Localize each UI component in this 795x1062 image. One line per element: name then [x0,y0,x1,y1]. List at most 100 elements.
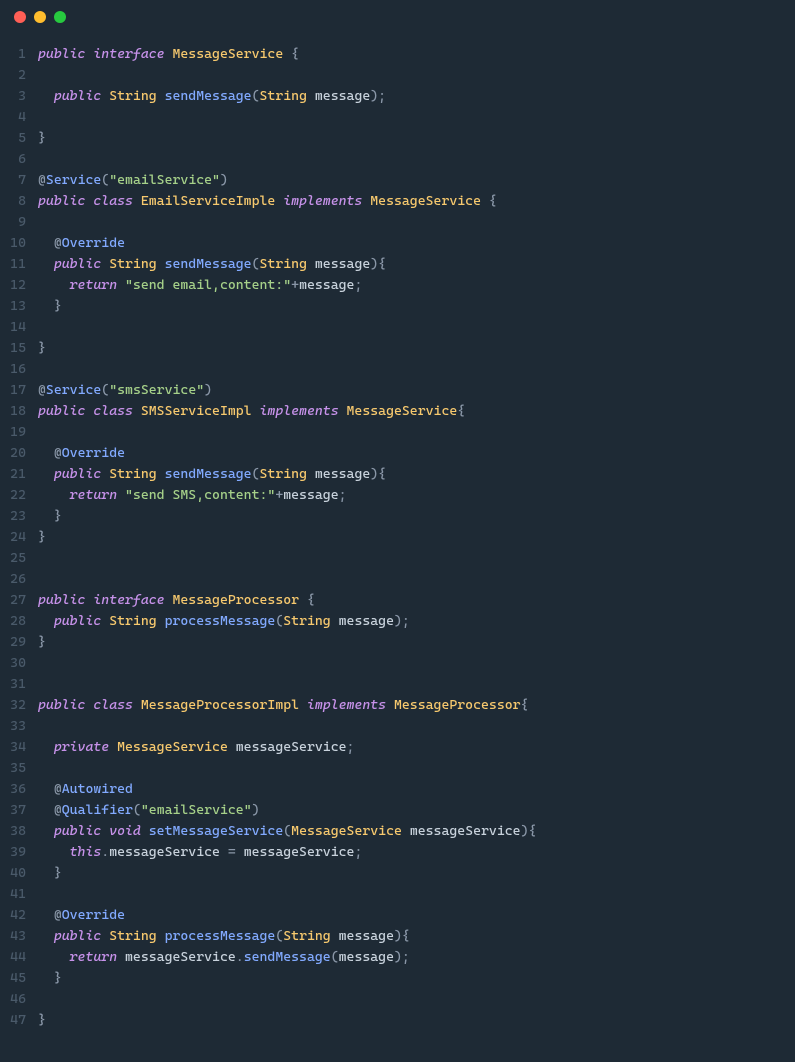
code-line[interactable]: 33 [0,716,795,737]
code-content: public class EmailServiceImple implement… [38,191,497,212]
code-line[interactable]: 11 public String sendMessage(String mess… [0,254,795,275]
code-line[interactable]: 2 [0,65,795,86]
code-line[interactable]: 25 [0,548,795,569]
code-line[interactable]: 17@Service("smsService") [0,380,795,401]
line-number: 13 [0,296,38,317]
code-line[interactable]: 14 [0,317,795,338]
line-number: 44 [0,947,38,968]
code-line[interactable]: 21 public String sendMessage(String mess… [0,464,795,485]
line-number: 1 [0,44,38,65]
code-line[interactable]: 15} [0,338,795,359]
code-line[interactable]: 26 [0,569,795,590]
code-line[interactable]: 31 [0,674,795,695]
line-number: 9 [0,212,38,233]
line-number: 37 [0,800,38,821]
window-titlebar [0,0,795,34]
line-number: 6 [0,149,38,170]
line-number: 17 [0,380,38,401]
code-line[interactable]: 19 [0,422,795,443]
code-line[interactable]: 32public class MessageProcessorImpl impl… [0,695,795,716]
code-line[interactable]: 8public class EmailServiceImple implemen… [0,191,795,212]
maximize-icon[interactable] [54,11,66,23]
line-number: 34 [0,737,38,758]
line-number: 25 [0,548,38,569]
code-content: } [38,527,46,548]
code-content: @Service("smsService") [38,380,212,401]
code-line[interactable]: 1public interface MessageService { [0,44,795,65]
code-content: public void setMessageService(MessageSer… [38,821,536,842]
line-number: 7 [0,170,38,191]
code-line[interactable]: 20 @Override [0,443,795,464]
code-line[interactable]: 42 @Override [0,905,795,926]
code-line[interactable]: 47} [0,1010,795,1031]
code-line[interactable]: 9 [0,212,795,233]
code-line[interactable]: 4 [0,107,795,128]
code-line[interactable]: 36 @Autowired [0,779,795,800]
code-line[interactable]: 3 public String sendMessage(String messa… [0,86,795,107]
line-number: 38 [0,821,38,842]
code-line[interactable]: 43 public String processMessage(String m… [0,926,795,947]
code-line[interactable]: 35 [0,758,795,779]
line-number: 41 [0,884,38,905]
code-line[interactable]: 45 } [0,968,795,989]
code-content: } [38,506,62,527]
code-line[interactable]: 40 } [0,863,795,884]
code-content: public String sendMessage(String message… [38,464,386,485]
line-number: 4 [0,107,38,128]
line-number: 19 [0,422,38,443]
code-line[interactable]: 22 return "send SMS,content:"+message; [0,485,795,506]
line-number: 26 [0,569,38,590]
line-number: 3 [0,86,38,107]
line-number: 30 [0,653,38,674]
code-content: @Service("emailService") [38,170,228,191]
line-number: 10 [0,233,38,254]
code-line[interactable]: 44 return messageService.sendMessage(mes… [0,947,795,968]
code-line[interactable]: 23 } [0,506,795,527]
code-line[interactable]: 18public class SMSServiceImpl implements… [0,401,795,422]
line-number: 39 [0,842,38,863]
line-number: 21 [0,464,38,485]
code-line[interactable]: 13 } [0,296,795,317]
line-number: 46 [0,989,38,1010]
code-content: return messageService.sendMessage(messag… [38,947,410,968]
code-line[interactable]: 24} [0,527,795,548]
code-line[interactable]: 30 [0,653,795,674]
line-number: 47 [0,1010,38,1031]
code-line[interactable]: 41 [0,884,795,905]
line-number: 16 [0,359,38,380]
code-content: public class MessageProcessorImpl implem… [38,695,528,716]
code-line[interactable]: 5} [0,128,795,149]
code-line[interactable]: 7@Service("emailService") [0,170,795,191]
code-content: public String sendMessage(String message… [38,254,386,275]
line-number: 14 [0,317,38,338]
line-number: 36 [0,779,38,800]
code-line[interactable]: 34 private MessageService messageService… [0,737,795,758]
close-icon[interactable] [14,11,26,23]
line-number: 5 [0,128,38,149]
code-editor[interactable]: 1public interface MessageService {23 pub… [0,34,795,1051]
code-content: public interface MessageService { [38,44,299,65]
code-line[interactable]: 39 this.messageService = messageService; [0,842,795,863]
code-line[interactable]: 37 @Qualifier("emailService") [0,800,795,821]
code-line[interactable]: 38 public void setMessageService(Message… [0,821,795,842]
line-number: 33 [0,716,38,737]
code-line[interactable]: 46 [0,989,795,1010]
code-line[interactable]: 6 [0,149,795,170]
code-content: } [38,1010,46,1031]
code-line[interactable]: 27public interface MessageProcessor { [0,590,795,611]
line-number: 31 [0,674,38,695]
code-line[interactable]: 10 @Override [0,233,795,254]
code-content: public String processMessage(String mess… [38,926,410,947]
code-content: @Override [38,905,125,926]
code-content: public String sendMessage(String message… [38,86,386,107]
code-line[interactable]: 29} [0,632,795,653]
code-content: return "send SMS,content:"+message; [38,485,347,506]
code-line[interactable]: 28 public String processMessage(String m… [0,611,795,632]
code-content: @Override [38,443,125,464]
code-line[interactable]: 12 return "send email,content:"+message; [0,275,795,296]
code-line[interactable]: 16 [0,359,795,380]
minimize-icon[interactable] [34,11,46,23]
code-content: public class SMSServiceImpl implements M… [38,401,465,422]
code-content: this.messageService = messageService; [38,842,362,863]
line-number: 27 [0,590,38,611]
